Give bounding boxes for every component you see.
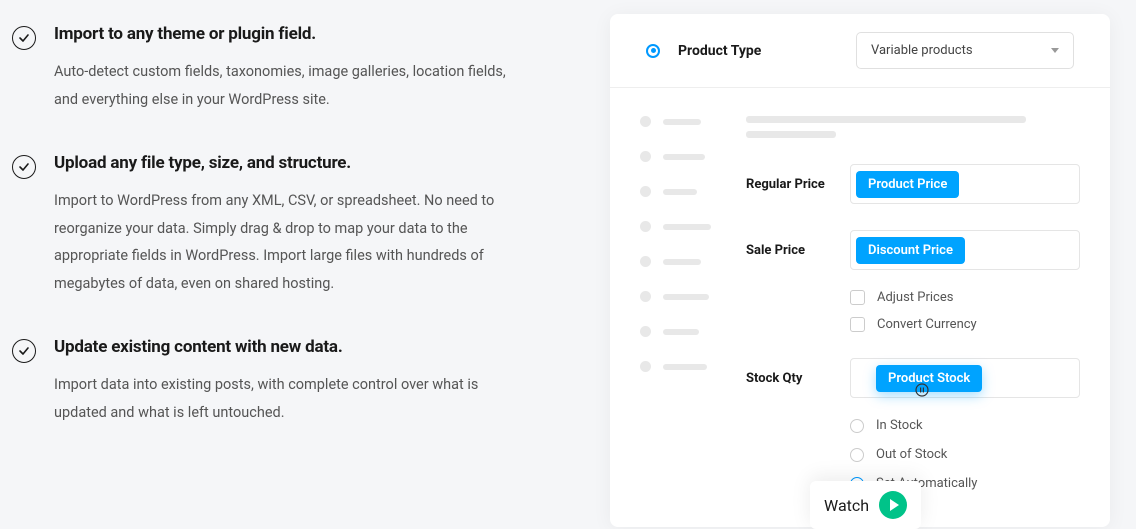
feature-item: Upload any file type, size, and structur… (12, 153, 520, 297)
panel-header: Product Type Variable products (610, 14, 1110, 88)
feature-description: Auto-detect custom fields, taxonomies, i… (54, 58, 520, 113)
import-panel: Product Type Variable products (610, 14, 1110, 527)
dropdown-value: Variable products (871, 43, 973, 58)
play-icon (879, 491, 907, 519)
regular-price-input[interactable]: Product Price (850, 164, 1080, 204)
field-label: Stock Qty (746, 371, 838, 386)
radio-label: Out of Stock (876, 447, 947, 462)
check-icon (12, 155, 36, 179)
regular-price-row: Regular Price Product Price (746, 164, 1080, 204)
checkbox-label: Convert Currency (877, 317, 977, 332)
feature-title: Import to any theme or plugin field. (54, 24, 520, 44)
check-icon (12, 26, 36, 50)
feature-item: Update existing content with new data. I… (12, 337, 520, 426)
watch-button[interactable]: Watch (810, 481, 921, 529)
mapping-tag[interactable]: Discount Price (856, 237, 965, 264)
features-list: Import to any theme or plugin field. Aut… (0, 0, 560, 527)
cursor-icon (914, 382, 930, 402)
sale-price-row: Sale Price Discount Price (746, 230, 1080, 270)
feature-title: Upload any file type, size, and structur… (54, 153, 520, 173)
chevron-down-icon (1051, 48, 1059, 53)
radio-icon (850, 419, 864, 433)
checkbox-label: Adjust Prices (877, 290, 953, 305)
checkbox-icon (850, 290, 865, 305)
feature-description: Import data into existing posts, with co… (54, 371, 520, 426)
sale-price-input[interactable]: Discount Price (850, 230, 1080, 270)
field-label: Sale Price (746, 243, 838, 258)
stock-qty-input[interactable]: Product Stock (850, 358, 1080, 398)
form-area: Regular Price Product Price Sale Price D… (740, 116, 1110, 505)
out-of-stock-radio[interactable]: Out of Stock (850, 447, 1080, 462)
skeleton-line (746, 116, 1026, 123)
feature-title: Update existing content with new data. (54, 337, 520, 357)
mapping-tag[interactable]: Product Price (856, 171, 959, 198)
convert-currency-checkbox[interactable]: Convert Currency (850, 317, 1080, 332)
feature-description: Import to WordPress from any XML, CSV, o… (54, 187, 520, 297)
product-type-dropdown[interactable]: Variable products (856, 32, 1074, 69)
field-label: Regular Price (746, 177, 838, 192)
radio-icon (850, 448, 864, 462)
radio-product-type[interactable] (646, 44, 660, 58)
stock-qty-row: Stock Qty Product Stock (746, 358, 1080, 398)
radio-label: In Stock (876, 418, 923, 433)
adjust-prices-checkbox[interactable]: Adjust Prices (850, 290, 1080, 305)
checkbox-icon (850, 317, 865, 332)
check-icon (12, 339, 36, 363)
header-label: Product Type (678, 43, 761, 59)
in-stock-radio[interactable]: In Stock (850, 418, 1080, 433)
feature-item: Import to any theme or plugin field. Aut… (12, 24, 520, 113)
sidebar-skeleton (610, 116, 740, 505)
watch-label: Watch (824, 496, 869, 515)
skeleton-line (746, 131, 836, 138)
